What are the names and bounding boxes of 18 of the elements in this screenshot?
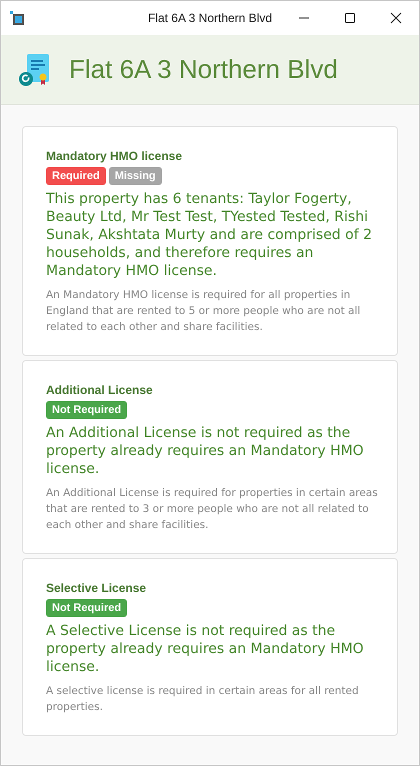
license-statement: A Selective License is not required as the property already requires an Mandatory HMO license. xyxy=(46,622,365,676)
status-badge: Required xyxy=(46,167,106,185)
property-title: Flat 6A 3 Northern Blvd xyxy=(69,54,338,85)
license-note: An Mandatory HMO license is required for all properties in England that are rented to 5 or more people who are not all related to each other and share facilities. xyxy=(46,288,362,335)
license-statement: This property has 6 tenants: Taylor Fogerty, Beauty Ltd, Mr Test Test, TYested Tested, Rishi Sunak, Akshtata Murty and are comprised of 2 households, and therefore requires an Mandatory HMO license. xyxy=(46,190,373,280)
status-badge: Missing xyxy=(108,167,162,185)
license-statement: An Additional License is not required as the property already requires an Mandatory HMO license. xyxy=(46,424,365,478)
license-note: A selective license is required in certain areas for all rented properties. xyxy=(46,684,360,715)
license-title: Mandatory HMO license xyxy=(46,149,184,163)
maximize-icon[interactable] xyxy=(344,12,356,24)
status-badge: Not Required xyxy=(46,401,128,419)
app-icon xyxy=(9,10,25,26)
status-badge: Not Required xyxy=(46,599,128,617)
close-icon[interactable] xyxy=(390,12,402,24)
window-title: Flat 6A 3 Northern Blvd xyxy=(148,11,272,25)
license-title: Selective License xyxy=(46,581,148,595)
license-title: Additional License xyxy=(46,383,154,397)
license-note: An Additional License is required for properties in certain areas that are rented to 3 or more people who are not all related to each other and share facilities. xyxy=(46,486,379,533)
